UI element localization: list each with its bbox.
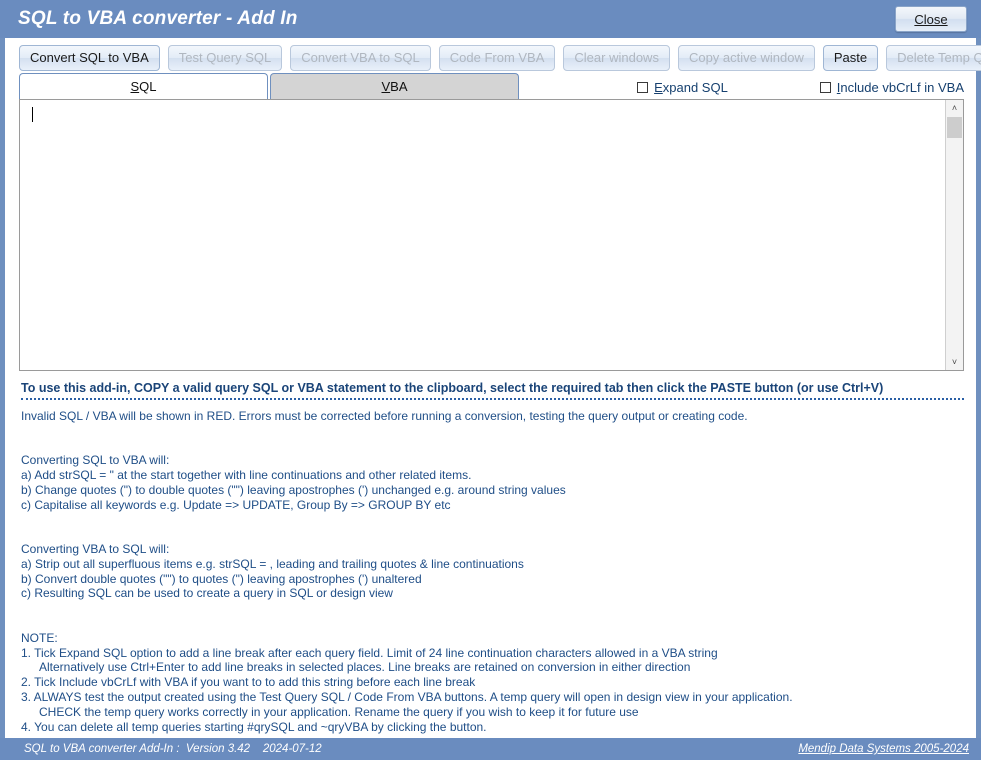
instructions-separator bbox=[21, 397, 964, 400]
sql-to-vba-item-a: a) Add strSQL = " at the start together … bbox=[21, 467, 472, 482]
vba-to-sql-title: Converting VBA to SQL will: bbox=[21, 541, 170, 556]
scroll-up-icon[interactable]: ˄ bbox=[946, 100, 963, 116]
note-item-1: 1. Tick Expand SQL option to add a line … bbox=[21, 645, 718, 660]
tab-strip: SQL VBA Expand SQL Include vbCrLf in VBA bbox=[5, 72, 976, 99]
sql-to-vba-item-c: c) Capitalise all keywords e.g. Update =… bbox=[21, 497, 451, 512]
copy-active-window-button[interactable]: Copy active window bbox=[677, 44, 815, 71]
checkbox-icon[interactable] bbox=[819, 82, 831, 93]
include-vbcrlf-label: Include vbCrLf in VBA bbox=[836, 80, 964, 95]
title-bar: SQL to VBA converter - Add In Close bbox=[0, 0, 981, 38]
vba-to-sql-item-b: b) Convert double quotes ("") to quotes … bbox=[21, 571, 422, 586]
delete-temp-queries-button[interactable]: Delete Temp Queries bbox=[886, 44, 981, 71]
tab-sql-label: SQL bbox=[130, 79, 157, 94]
tab-sql-rest: QL bbox=[139, 79, 157, 94]
sql-to-vba-item-b: b) Change quotes (") to double quotes ("… bbox=[21, 482, 566, 497]
close-button[interactable]: Close bbox=[895, 6, 967, 32]
instructions-headline: To use this add-in, COPY a valid query S… bbox=[21, 381, 884, 395]
sql-editor[interactable]: ˄ ˅ bbox=[19, 99, 964, 371]
note-item-4: 4. You can delete all temp queries start… bbox=[21, 719, 487, 734]
options-group: Expand SQL Include vbCrLf in VBA bbox=[637, 80, 964, 99]
app-window: SQL to VBA converter - Add In Close Conv… bbox=[0, 0, 981, 760]
tab-vba-rest: BA bbox=[390, 79, 408, 94]
close-button-label: Close bbox=[914, 11, 948, 27]
version-status-text: SQL to VBA converter Add-In : Version 3.… bbox=[24, 743, 322, 755]
scrollbar-thumb[interactable] bbox=[947, 117, 962, 138]
instructions-invalid-note: Invalid SQL / VBA will be shown in RED. … bbox=[21, 408, 748, 423]
include-vbcrlf-checkbox[interactable]: Include vbCrLf in VBA bbox=[819, 80, 964, 95]
tab-vba[interactable]: VBA bbox=[270, 73, 519, 99]
tab-vba-label: VBA bbox=[381, 79, 408, 94]
checkbox-icon[interactable] bbox=[637, 82, 649, 93]
sql-editor-text[interactable] bbox=[20, 100, 945, 370]
vendor-link[interactable]: Mendip Data Systems 2005-2024 bbox=[798, 743, 969, 755]
status-bar: SQL to VBA converter Add-In : Version 3.… bbox=[0, 738, 981, 760]
instructions-panel: To use this add-in, COPY a valid query S… bbox=[21, 381, 964, 738]
tab-sql[interactable]: SQL bbox=[19, 73, 268, 99]
note-item-2: 2. Tick Include vbCrLf with VBA if you w… bbox=[21, 675, 476, 690]
paste-button[interactable]: Paste bbox=[822, 44, 879, 71]
expand-sql-label: Expand SQL bbox=[654, 80, 728, 95]
sql-to-vba-title: Converting SQL to VBA will: bbox=[21, 453, 170, 468]
editor-scrollbar[interactable]: ˄ ˅ bbox=[945, 100, 963, 370]
page-title: SQL to VBA converter - Add In bbox=[18, 8, 298, 29]
toolbar: Convert SQL to VBA Test Query SQL Conver… bbox=[5, 38, 981, 72]
clear-windows-button[interactable]: Clear windows bbox=[563, 44, 670, 71]
test-query-sql-button[interactable]: Test Query SQL bbox=[167, 44, 283, 71]
code-from-vba-button[interactable]: Code From VBA bbox=[438, 44, 556, 71]
convert-vba-to-sql-button[interactable]: Convert VBA to SQL bbox=[290, 44, 431, 71]
expand-sql-rest: xpand SQL bbox=[662, 80, 728, 95]
include-vbcrlf-rest: nclude vbCrLf in VBA bbox=[840, 80, 964, 95]
note-title: NOTE: bbox=[21, 630, 58, 645]
vba-to-sql-item-c: c) Resulting SQL can be used to create a… bbox=[21, 586, 393, 601]
note-item-1-continued: Alternatively use Ctrl+Enter to add line… bbox=[39, 660, 691, 675]
expand-sql-checkbox[interactable]: Expand SQL bbox=[637, 80, 728, 95]
text-cursor bbox=[32, 107, 33, 122]
note-item-3: 3. ALWAYS test the output created using … bbox=[21, 689, 793, 704]
vba-to-sql-item-a: a) Strip out all superfluous items e.g. … bbox=[21, 556, 524, 571]
note-item-3-continued: CHECK the temp query works correctly in … bbox=[39, 704, 639, 719]
scroll-down-icon[interactable]: ˅ bbox=[946, 354, 963, 370]
convert-sql-to-vba-button[interactable]: Convert SQL to VBA bbox=[19, 44, 160, 71]
